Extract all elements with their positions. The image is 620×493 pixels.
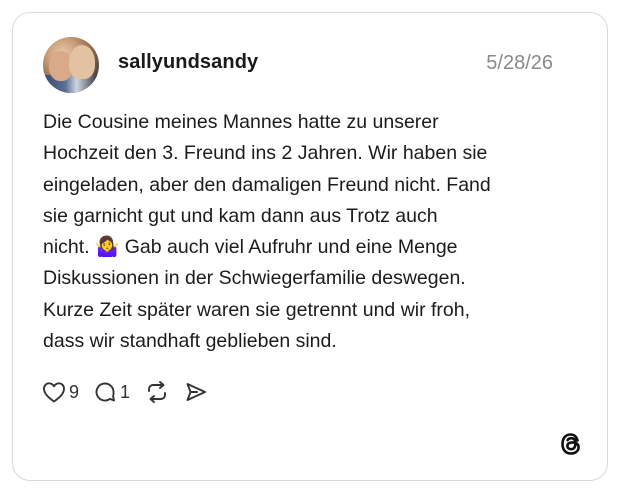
share-button[interactable]: [184, 380, 208, 404]
reply-button[interactable]: 1: [93, 380, 130, 404]
post-text: Die Cousine meines Mannes hatte zu unser…: [43, 111, 491, 353]
post-date: 5/28/26: [486, 52, 553, 74]
repost-button[interactable]: [144, 380, 170, 404]
username[interactable]: sallyundsandy: [118, 51, 258, 74]
share-icon: [184, 380, 208, 404]
like-button[interactable]: 9: [42, 381, 79, 403]
comment-icon: [93, 380, 117, 404]
avatar[interactable]: [43, 37, 99, 93]
threads-logo-icon: [558, 431, 584, 457]
reply-count: 1: [120, 381, 131, 402]
action-bar: 9 1: [42, 379, 222, 405]
like-count: 9: [69, 381, 80, 402]
post-card: sallyundsandy 5/28/26 Die Cousine meines…: [12, 12, 608, 481]
heart-icon: [42, 381, 66, 403]
repost-icon: [144, 380, 170, 404]
